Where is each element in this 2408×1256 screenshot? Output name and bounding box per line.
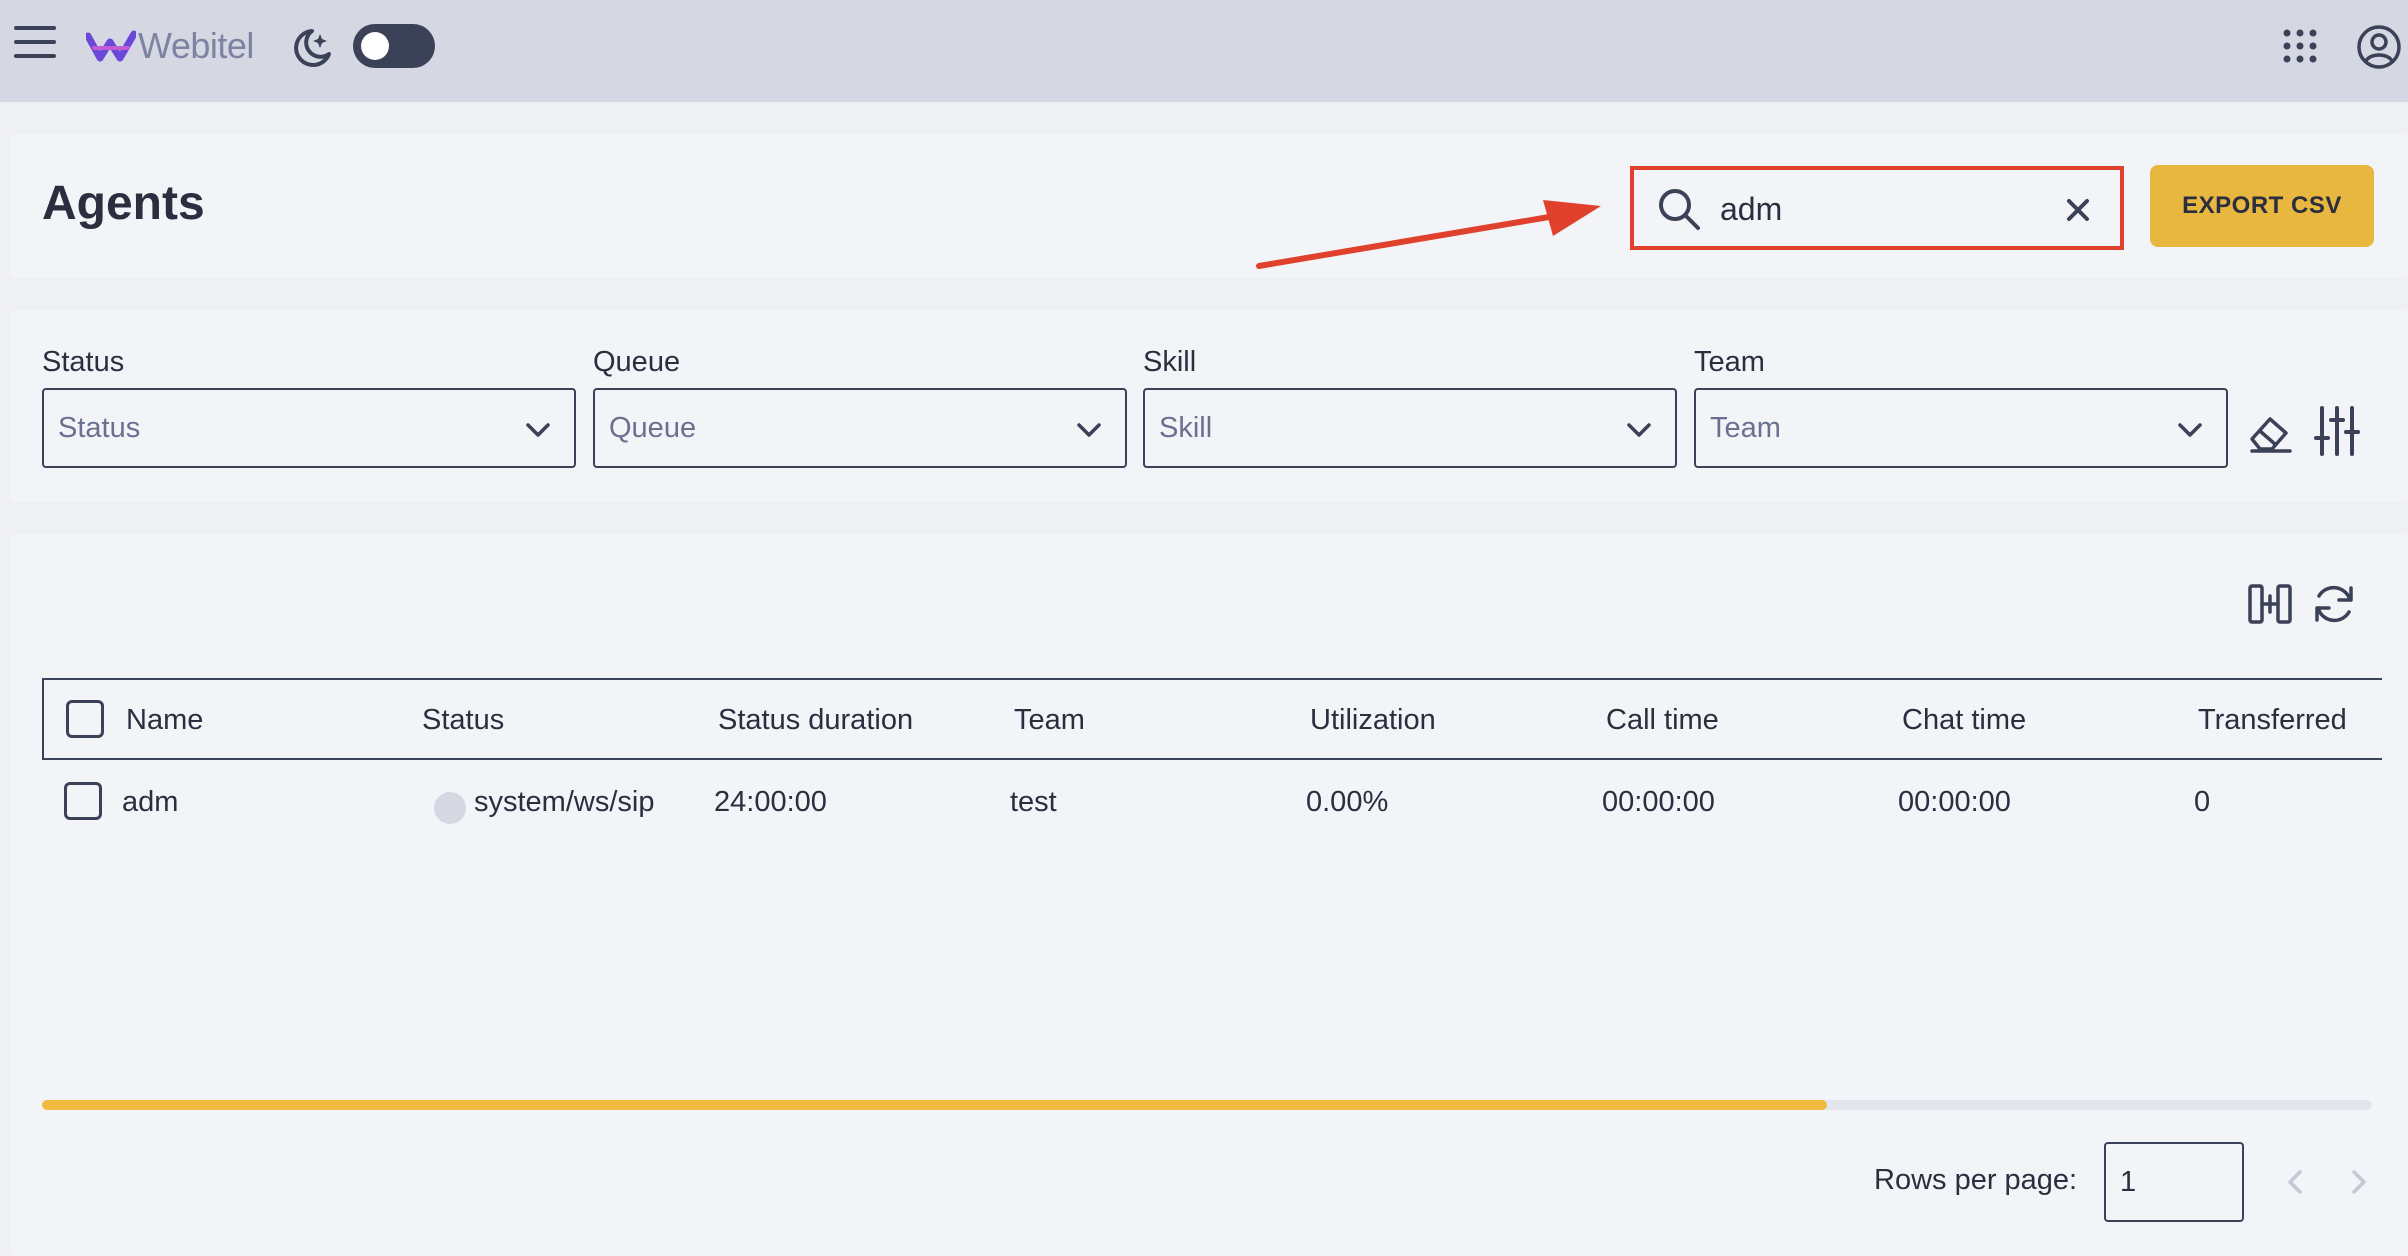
chevron-right-icon[interactable] [2340,1164,2376,1200]
filter-team: Team Team [1694,346,2228,468]
top-bar: Webitel [0,0,2408,102]
skill-select[interactable]: Skill [1143,388,1677,468]
account-icon[interactable] [2356,24,2402,70]
search-box[interactable] [1630,166,2124,250]
scrollbar-thumb[interactable] [42,1100,1827,1110]
moon-icon [294,29,331,67]
status-indicator [434,792,466,824]
row-checkbox[interactable] [64,782,102,820]
columns-icon[interactable] [2246,580,2294,628]
chevron-down-icon [1627,423,1651,437]
chevron-down-icon [1077,423,1101,437]
column-header-transferred[interactable]: Transferred [2198,704,2347,737]
select-placeholder: Skill [1159,412,1213,444]
search-input[interactable] [1720,184,2020,234]
chevron-down-icon [2178,423,2202,437]
cell-chat-time: 00:00:00 [1898,786,2011,818]
agents-table-panel: Name Status Status duration Team Utiliza… [10,534,2408,1256]
select-placeholder: Team [1710,412,1781,444]
chevron-left-icon[interactable] [2278,1164,2314,1200]
rows-per-page-label: Rows per page: [1874,1164,2078,1196]
table-row[interactable]: adm system/ws/sip 24:00:00 test 0.00% 00… [42,760,2382,842]
theme-toggle[interactable] [353,24,435,68]
toggle-knob [361,32,389,60]
filter-label: Queue [593,346,681,378]
menu-icon[interactable] [14,26,56,62]
rows-per-page-input[interactable] [2104,1142,2244,1222]
chevron-down-icon [526,423,550,437]
team-select[interactable]: Team [1694,388,2228,468]
app-logo[interactable]: Webitel [86,22,254,70]
filter-status: Status Status [42,346,576,468]
horizontal-scrollbar[interactable] [42,1100,2372,1110]
app-name: Webitel [138,25,254,66]
queue-select[interactable]: Queue [593,388,1127,468]
status-select[interactable]: Status [42,388,576,468]
export-csv-button[interactable]: EXPORT CSV [2150,165,2374,247]
search-icon [1659,189,1700,230]
filters-panel: Status Status Queue Queue Skill Skill Te… [10,310,2408,502]
table-header: Name Status Status duration Team Utiliza… [42,678,2382,760]
cell-transferred: 0 [2194,786,2211,818]
page-header: Agents EXPORT CSV [10,134,2408,278]
filter-label: Status [42,346,125,378]
filter-label: Skill [1143,346,1197,378]
cell-name[interactable]: adm [122,786,178,819]
filter-label: Team [1694,346,1765,378]
select-all-checkbox[interactable] [66,700,104,738]
column-header-status[interactable]: Status [422,704,504,737]
column-header-call-time[interactable]: Call time [1606,704,1719,737]
column-header-chat-time[interactable]: Chat time [1902,704,2026,737]
eraser-icon[interactable] [2246,407,2296,457]
apps-grid-icon[interactable] [2282,28,2318,64]
page-title: Agents [42,177,205,230]
column-header-team[interactable]: Team [1014,704,1085,737]
column-header-name[interactable]: Name [126,704,203,737]
cell-call-time: 00:00:00 [1602,786,1715,818]
close-icon[interactable] [2064,196,2092,224]
filter-queue: Queue Queue [593,346,1127,468]
filter-settings-icon[interactable] [2312,404,2362,458]
cell-status-duration: 24:00:00 [714,786,827,818]
column-header-utilization[interactable]: Utilization [1310,704,1436,737]
webitel-logo-icon [86,30,136,62]
select-placeholder: Status [58,412,141,444]
cell-utilization: 0.00% [1306,786,1389,818]
filter-skill: Skill Skill [1143,346,1677,468]
cell-team: test [1010,786,1057,818]
column-header-status-duration[interactable]: Status duration [718,704,913,737]
select-placeholder: Queue [609,412,697,444]
annotation-arrow [1256,200,1601,269]
cell-status: system/ws/sip [474,786,655,818]
refresh-icon[interactable] [2310,580,2358,628]
